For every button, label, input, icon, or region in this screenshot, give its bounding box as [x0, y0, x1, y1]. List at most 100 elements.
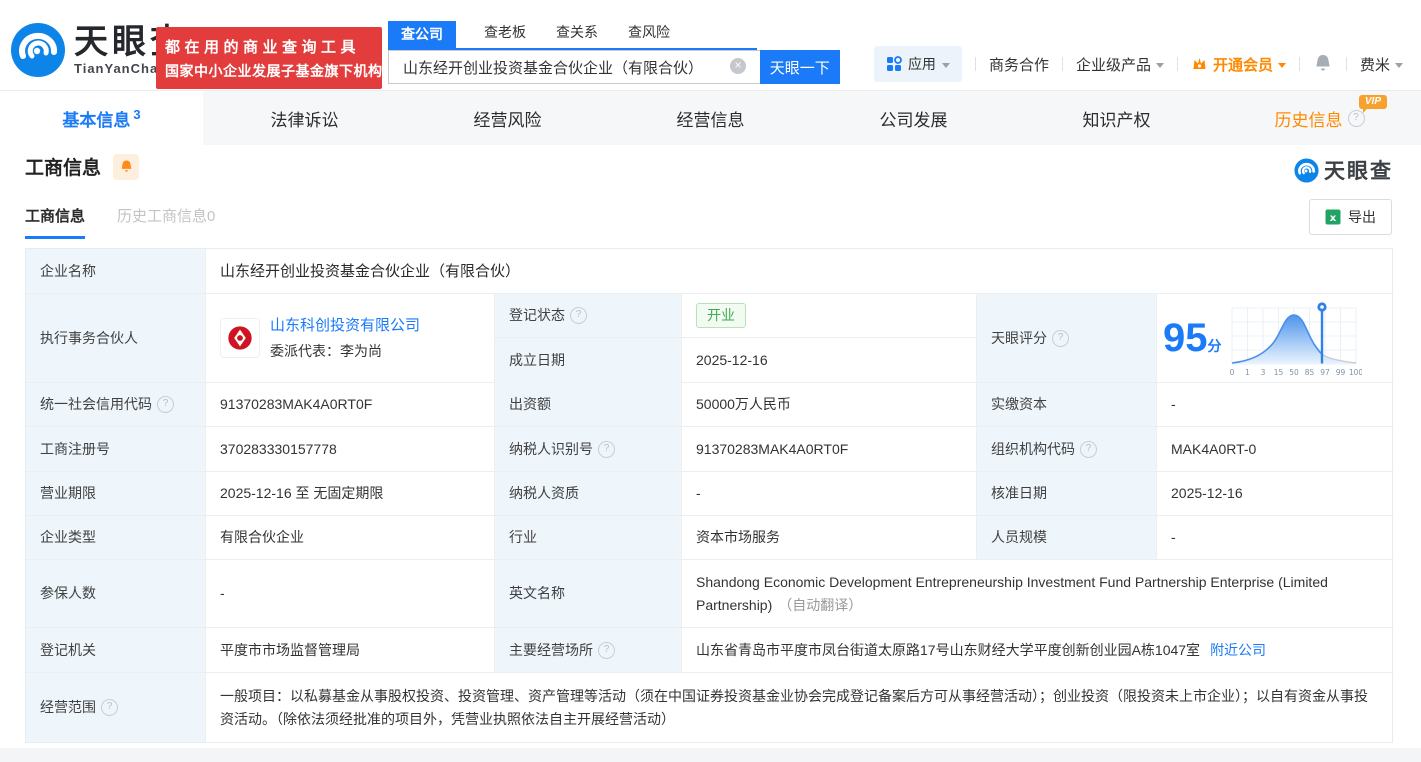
- vip-badge: VIP: [1359, 95, 1387, 109]
- auto-translate-note: （自动翻译）: [778, 597, 862, 613]
- tianyancha-watermark: 天眼查: [1294, 155, 1393, 185]
- business-info-subtabs: 工商信息 历史工商信息0: [25, 205, 215, 239]
- subtab-business-info[interactable]: 工商信息: [25, 205, 85, 239]
- partner-logo-emblem: [225, 323, 255, 353]
- field-value-business-term: 2025-12-16 至 无固定期限: [206, 472, 495, 516]
- tab-intellectual-property[interactable]: 知识产权: [1015, 91, 1218, 145]
- svg-text:100: 100: [1348, 368, 1361, 377]
- promo-banner-line1: 都在用的商业查询工具: [165, 36, 373, 57]
- svg-text:50: 50: [1289, 368, 1299, 377]
- field-label-executive-partner: 执行事务合伙人: [26, 294, 206, 383]
- field-label-business-term: 营业期限: [26, 472, 206, 516]
- field-label-company-name: 企业名称: [26, 249, 206, 294]
- svg-text:3: 3: [1260, 368, 1265, 377]
- field-value-business-scope: 一般项目：以私募基金从事股权投资、投资管理、资产管理等活动（须在中国证券投资基金…: [206, 673, 1394, 742]
- help-icon[interactable]: ?: [1080, 441, 1097, 458]
- field-label-english-name: 英文名称: [495, 560, 682, 628]
- company-page-tabs: 基本信息 3 法律诉讼 经营风险 经营信息 公司发展 知识产权 VIP 历史信息…: [0, 90, 1421, 145]
- clear-search-icon[interactable]: ×: [730, 58, 746, 74]
- field-label-registration-status: 登记状态 ?: [495, 294, 682, 338]
- export-button[interactable]: x 导出: [1309, 199, 1392, 235]
- nav-divider: [1177, 57, 1178, 71]
- field-label-taxpayer-qualification: 纳税人资质: [495, 472, 682, 516]
- help-icon[interactable]: ?: [570, 307, 587, 324]
- field-value-insured-count: -: [206, 560, 495, 628]
- tab-basic-info[interactable]: 基本信息 3: [0, 91, 203, 145]
- help-icon[interactable]: ?: [1052, 330, 1069, 347]
- field-value-credit-code: 91370283MAK4A0RT0F: [206, 383, 495, 427]
- top-navigation: 应用 商务合作 企业级产品 开通会员 费米: [874, 46, 1403, 82]
- field-label-taxpayer-id: 纳税人识别号 ?: [495, 427, 682, 472]
- help-icon[interactable]: ?: [598, 441, 615, 458]
- field-value-registration-authority: 平度市市场监督管理局: [206, 628, 495, 673]
- field-value-business-address: 山东省青岛市平度市凤台街道太原路17号山东财经大学平度创新创业园A栋1047室 …: [682, 628, 1394, 673]
- help-icon[interactable]: ?: [157, 396, 174, 413]
- partner-delegate: 委派代表：李为尚: [270, 340, 420, 363]
- field-value-company-name: 山东经开创业投资基金合伙企业（有限合伙）: [206, 249, 1394, 294]
- field-value-approval-date: 2025-12-16: [1157, 472, 1394, 516]
- field-value-company-type: 有限合伙企业: [206, 516, 495, 560]
- search-tab-boss[interactable]: 查老板: [482, 18, 528, 48]
- business-info-table: 企业名称 山东经开创业投资基金合伙企业（有限合伙） 执行事务合伙人 山东科创投资…: [25, 248, 1393, 743]
- tab-company-development[interactable]: 公司发展: [812, 91, 1015, 145]
- bell-icon: [119, 159, 134, 175]
- nav-divider: [975, 57, 976, 71]
- basic-info-count: 3: [133, 107, 140, 122]
- page-header: 天眼查 TianYanCha.com 都在用的商业查询工具 国家中小企业发展子基…: [0, 10, 1421, 90]
- partner-company-logo: [220, 318, 260, 358]
- vip-crown-icon: [1191, 56, 1208, 72]
- nav-divider: [1062, 57, 1063, 71]
- search-input[interactable]: [388, 50, 760, 84]
- nav-divider: [1299, 57, 1300, 71]
- field-label-org-code: 组织机构代码 ?: [977, 427, 1157, 472]
- field-label-registration-number: 工商注册号: [26, 427, 206, 472]
- help-icon[interactable]: ?: [101, 699, 118, 716]
- watermark-text: 天眼查: [1324, 155, 1393, 185]
- help-icon[interactable]: ?: [598, 642, 615, 659]
- field-label-staff-size: 人员规模: [977, 516, 1157, 560]
- tab-business-info[interactable]: 经营信息: [609, 91, 812, 145]
- search-tab-relation[interactable]: 查关系: [554, 18, 600, 48]
- svg-text:x: x: [1330, 213, 1337, 224]
- tab-history-info[interactable]: VIP 历史信息 ?: [1218, 91, 1421, 145]
- apps-grid-icon: [886, 56, 902, 72]
- field-label-tianyan-score: 天眼评分 ?: [977, 294, 1157, 383]
- field-value-industry: 资本市场服务: [682, 516, 977, 560]
- field-label-capital: 出资额: [495, 383, 682, 427]
- field-label-establish-date: 成立日期: [495, 338, 682, 383]
- field-value-registration-status: 开业: [682, 294, 977, 338]
- search-button[interactable]: 天眼一下: [760, 50, 840, 84]
- search-area: 查公司 查老板 查关系 查风险 天眼一下: [388, 18, 840, 84]
- field-label-business-scope: 经营范围 ?: [26, 673, 206, 742]
- chevron-down-icon: [942, 63, 950, 68]
- excel-icon: x: [1325, 209, 1341, 225]
- partner-company-link[interactable]: 山东科创投资有限公司: [270, 314, 420, 337]
- svg-text:1: 1: [1245, 368, 1250, 377]
- svg-text:0: 0: [1229, 368, 1234, 377]
- tianyancha-logo-icon: [10, 22, 66, 78]
- nav-item-enterprise[interactable]: 企业级产品: [1076, 54, 1164, 75]
- chevron-down-icon: [1156, 63, 1164, 68]
- field-value-paid-capital: -: [1157, 383, 1394, 427]
- nav-item-cooperation[interactable]: 商务合作: [989, 54, 1049, 75]
- field-value-staff-size: -: [1157, 516, 1394, 560]
- field-value-english-name: Shandong Economic Development Entreprene…: [682, 560, 1394, 628]
- tab-business-risk[interactable]: 经营风险: [406, 91, 609, 145]
- nav-item-user[interactable]: 费米: [1360, 54, 1403, 75]
- svg-text:15: 15: [1273, 368, 1283, 377]
- apps-menu[interactable]: 应用: [874, 46, 962, 82]
- bell-curve-area: [1232, 315, 1356, 364]
- field-value-taxpayer-id: 91370283MAK4A0RT0F: [682, 427, 977, 472]
- search-tab-company[interactable]: 查公司: [388, 21, 456, 48]
- nearby-companies-link[interactable]: 附近公司: [1210, 639, 1266, 662]
- field-value-taxpayer-qualification: -: [682, 472, 977, 516]
- subscribe-bell-button[interactable]: [113, 154, 139, 180]
- subtab-history-business-info[interactable]: 历史工商信息0: [117, 205, 215, 239]
- nav-item-vip-membership[interactable]: 开通会员: [1191, 54, 1286, 75]
- chevron-down-icon: [1395, 63, 1403, 68]
- notification-bell-icon[interactable]: [1313, 53, 1333, 75]
- tab-legal-litigation[interactable]: 法律诉讼: [203, 91, 406, 145]
- score-distribution-chart: 0 1 3 15 50 85 97 99 100: [1226, 298, 1362, 378]
- page-bottom-strip: [0, 748, 1421, 762]
- search-tab-risk[interactable]: 查风险: [626, 18, 672, 48]
